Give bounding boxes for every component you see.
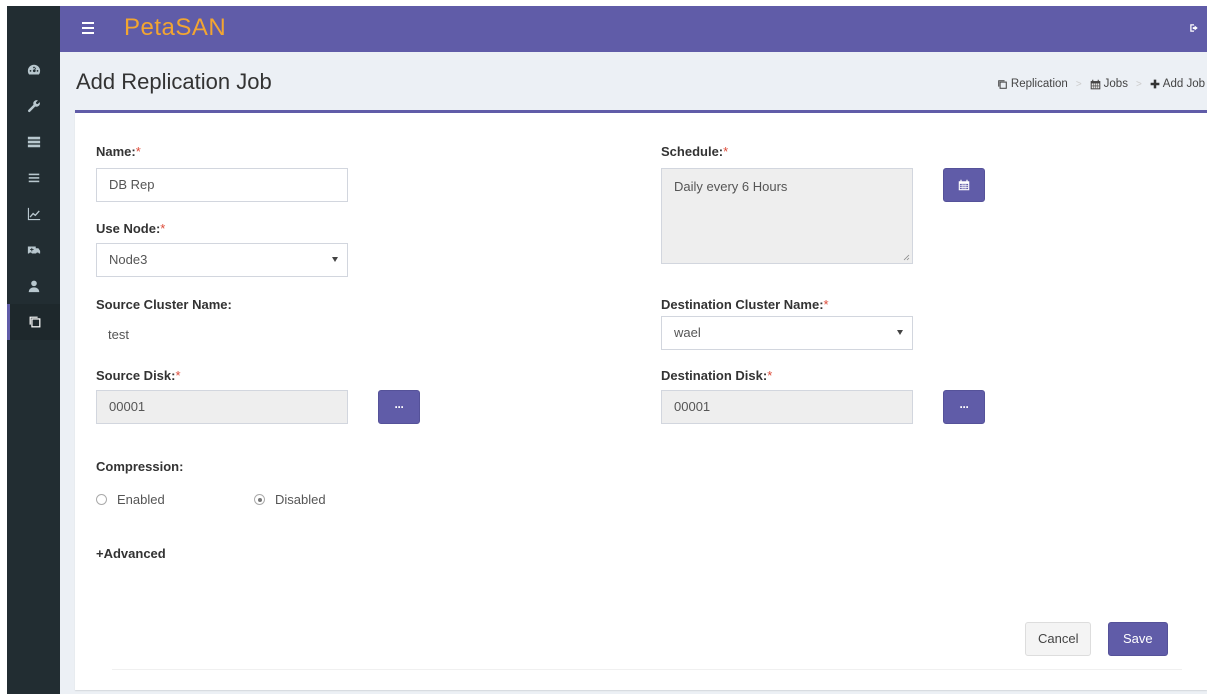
cancel-button[interactable]: Cancel (1025, 622, 1092, 656)
sign-out-icon[interactable] (1189, 23, 1199, 33)
schedule-label: Schedule:* (661, 144, 729, 159)
footer-divider (112, 669, 1182, 670)
breadcrumb-jobs[interactable]: Jobs (1104, 78, 1128, 90)
required-marker: * (135, 144, 141, 159)
calendar-icon (1090, 79, 1100, 89)
schedule-calendar-button[interactable] (943, 168, 985, 202)
logo-text: PetaSAN (124, 14, 227, 41)
sidebar-item-charts[interactable] (7, 196, 60, 232)
compression-enabled-radio[interactable]: Enabled (96, 492, 165, 507)
source-disk-input[interactable]: 00001 (96, 390, 348, 424)
compression-disabled-label: Disabled (275, 492, 326, 507)
destination-disk-input[interactable]: 00001 (661, 390, 913, 424)
sidebar (7, 6, 60, 694)
ellipsis-icon: ··· (959, 400, 970, 414)
radio-unchecked-icon (96, 494, 107, 505)
destination-cluster-value: wael (674, 325, 701, 340)
breadcrumb-add-job: Add Job (1162, 78, 1205, 90)
line-chart-icon (27, 207, 40, 221)
content-wrapper: Add Replication Job Replication > Jobs >… (60, 52, 1207, 694)
browse-destination-disk-button[interactable]: ··· (943, 390, 985, 424)
server-icon (27, 136, 40, 148)
sidebar-item-users[interactable] (7, 268, 60, 304)
dashboard-icon (27, 64, 40, 75)
save-button[interactable]: Save (1108, 622, 1168, 656)
plus-icon (1150, 79, 1160, 89)
source-disk-label: Source Disk:* (96, 368, 181, 383)
copy-icon (29, 316, 41, 328)
chevron-down-icon (332, 257, 338, 262)
source-cluster-value: test (108, 327, 129, 342)
hamburger-menu-icon[interactable] (82, 22, 94, 34)
source-cluster-label: Source Cluster Name: (96, 297, 232, 312)
compression-label: Compression: (96, 459, 184, 474)
browse-source-disk-button[interactable]: ··· (378, 390, 420, 424)
required-marker: * (175, 368, 181, 383)
use-node-value: Node3 (109, 252, 148, 267)
resize-grip-icon[interactable] (902, 253, 910, 261)
compression-enabled-label: Enabled (117, 492, 165, 507)
required-marker: * (823, 297, 829, 312)
breadcrumb-separator: > (1075, 78, 1082, 90)
name-input[interactable]: DB Rep (96, 168, 348, 202)
compression-disabled-radio[interactable]: Disabled (254, 492, 326, 507)
ambulance-icon (27, 246, 40, 256)
window-edge (0, 0, 7, 694)
add-job-form-box: Name:* DB Rep Use Node:* Node3 Source Cl… (75, 110, 1207, 690)
petasan-logo[interactable]: PetaSAN (124, 14, 226, 42)
list-icon (28, 173, 39, 183)
required-marker: * (767, 368, 773, 383)
breadcrumb-replication[interactable]: Replication (1011, 78, 1068, 90)
schedule-value: Daily every 6 Hours (674, 179, 788, 194)
schedule-textarea[interactable]: Daily every 6 Hours (661, 168, 913, 264)
sidebar-item-dashboard[interactable] (7, 52, 60, 88)
top-navbar: PetaSAN (60, 6, 1207, 52)
sidebar-item-configuration[interactable] (7, 88, 60, 124)
ellipsis-icon: ··· (394, 400, 405, 414)
user-icon (28, 280, 39, 293)
sidebar-header (7, 6, 60, 52)
destination-cluster-select[interactable]: wael (661, 316, 913, 350)
advanced-toggle[interactable]: +Advanced (96, 546, 166, 561)
use-node-select[interactable]: Node3 (96, 243, 348, 277)
radio-checked-icon (254, 494, 265, 505)
required-marker: * (160, 221, 166, 236)
sidebar-item-manage-nodes[interactable] (7, 124, 60, 160)
calendar-icon (958, 179, 970, 191)
chevron-down-icon (897, 330, 903, 335)
page-title: Add Replication Job (76, 69, 272, 94)
required-marker: * (723, 144, 729, 159)
copy-icon (998, 79, 1007, 89)
sidebar-item-list[interactable] (7, 160, 60, 196)
destination-disk-label: Destination Disk:* (661, 368, 773, 383)
wrench-icon (27, 100, 40, 113)
breadcrumb-separator: > (1135, 78, 1142, 90)
sidebar-item-replication[interactable] (7, 304, 60, 340)
use-node-label: Use Node:* (96, 221, 166, 236)
sidebar-item-maintenance[interactable] (7, 232, 60, 268)
destination-cluster-label: Destination Cluster Name:* (661, 297, 829, 312)
name-label: Name:* (96, 144, 141, 159)
breadcrumb: Replication > Jobs > Add Job (997, 78, 1205, 90)
